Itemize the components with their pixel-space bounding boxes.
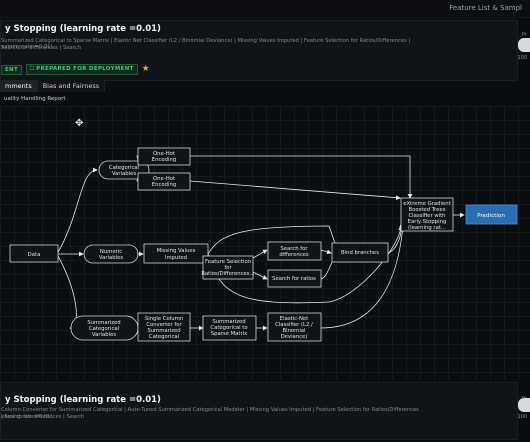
svg-text:Sparse Matrix: Sparse Matrix [211,331,248,337]
blueprint-canvas[interactable]: Data Categorical Variables One-Hot Encod… [0,106,530,380]
svg-text:Variables: Variables [112,171,136,177]
svg-text:Ratios/Differences...: Ratios/Differences... [201,271,255,277]
svg-text:Variables: Variables [92,332,116,338]
node-data-label: Data [28,252,41,258]
model-blueprint-line2: earning rate =0.01) [1,44,53,50]
metric-value-bottom: 100 [517,414,527,420]
tab-bias-fairness[interactable]: Bias and Fairness [37,80,106,92]
svg-text:(learning rat...: (learning rat... [408,225,446,231]
status-badge: ENT [1,64,23,75]
svg-text:Variables: Variables [99,255,123,261]
badge-row: ENT ⛶ PREPARED FOR DEPLOYMENT ★ [1,64,150,75]
svg-text:Search for ratios: Search for ratios [272,276,316,282]
svg-text:Missing Values: Missing Values [157,248,196,254]
top-bar: Feature List & Sampl [0,0,530,18]
blueprint-diagram: Data Categorical Variables One-Hot Encod… [9,147,518,342]
metric-value: 100 [517,55,527,61]
side-panel-handle-bottom[interactable] [518,398,530,412]
svg-text:Imputed: Imputed [165,255,187,261]
svg-text:Prediction: Prediction [477,213,505,219]
model-title-bottom: y Stopping (learning rate =0.01) [5,395,161,405]
move-icon[interactable]: ✥ [75,118,83,129]
model-card-bottom[interactable]: y Stopping (learning rate =0.01) Column … [0,382,518,440]
svg-text:differences: differences [279,252,309,258]
model-blueprint-bottom-line2: earning rate =0.01) [1,414,53,420]
deploy-icon: ⛶ [30,66,35,72]
tab-comments[interactable]: mments [0,80,38,92]
section-title: uality Handling Report [4,96,66,102]
svg-text:Encoding: Encoding [152,157,176,163]
model-card-top[interactable]: y Stopping (learning rate =0.01) Summari… [0,20,518,81]
svg-text:Bind branches: Bind branches [341,250,379,256]
svg-text:Categorical: Categorical [149,334,179,340]
model-title: y Stopping (learning rate =0.01) [5,24,161,34]
deployment-badge-label: PREPARED FOR DEPLOYMENT [36,66,134,72]
star-icon[interactable]: ★ [142,65,150,74]
svg-text:Deviance): Deviance) [281,334,308,340]
breadcrumb-link[interactable]: Feature List & Sampl [449,4,522,12]
edges [56,155,465,331]
svg-text:Encoding: Encoding [152,182,176,188]
side-panel-handle[interactable] [518,38,530,52]
deployment-badge: ⛶ PREPARED FOR DEPLOYMENT [26,64,138,75]
tab-bar: mments Bias and Fairness [0,80,106,92]
